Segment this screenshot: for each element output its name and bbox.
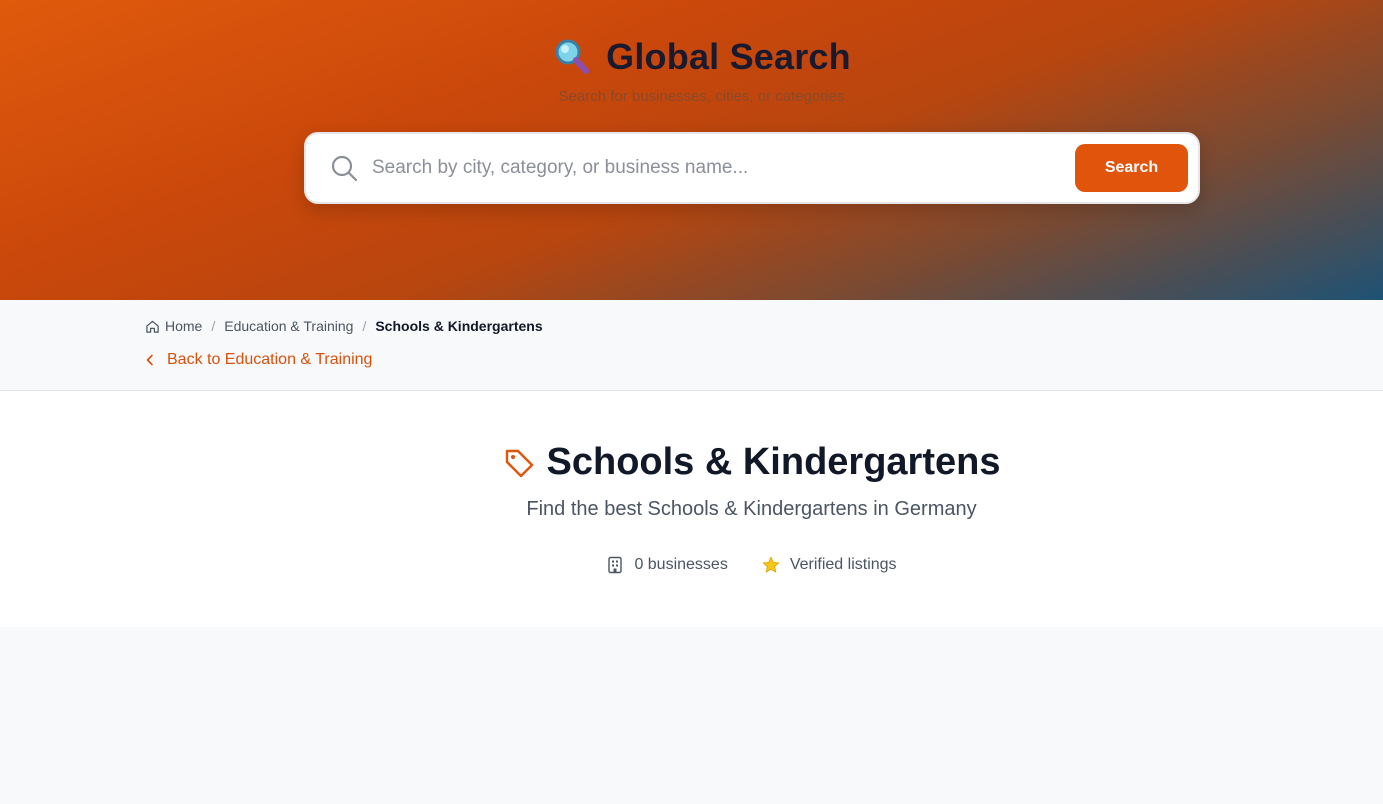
building-icon bbox=[608, 556, 623, 574]
breadcrumb-separator: / bbox=[211, 318, 216, 334]
business-count-stat: 0 businesses bbox=[606, 556, 728, 574]
hero-banner: Global Search Search for businesses, cit… bbox=[0, 0, 1383, 300]
search-input[interactable] bbox=[372, 134, 1075, 202]
breadcrumb-separator: / bbox=[362, 318, 367, 334]
business-count: 0 businesses bbox=[634, 556, 728, 573]
verified-stat: Verified listings bbox=[762, 556, 897, 574]
category-subtitle: Find the best Schools & Kindergartens in… bbox=[526, 498, 977, 520]
back-link[interactable]: Back to Education & Training bbox=[145, 351, 372, 369]
breadcrumb-home-link[interactable]: Home bbox=[165, 318, 202, 334]
magnifier-emoji-icon bbox=[555, 39, 590, 74]
back-link-label: Back to Education & Training bbox=[167, 351, 373, 368]
breadcrumb-education-link[interactable]: Education & Training bbox=[224, 318, 353, 334]
tag-icon bbox=[505, 449, 533, 477]
category-title: Schools & Kindergartens bbox=[546, 441, 1001, 483]
search-button[interactable]: Search bbox=[1075, 144, 1188, 192]
category-stats: 0 businesses Verified listings bbox=[0, 556, 1383, 574]
home-icon bbox=[146, 320, 159, 333]
search-icon bbox=[331, 155, 358, 182]
hero-subtitle: Search for businesses, cities, or catego… bbox=[558, 88, 845, 105]
breadcrumb-current: Schools & Kindergartens bbox=[375, 318, 543, 334]
breadcrumb: Home / Education & Training / Schools & … bbox=[145, 318, 543, 334]
category-title-row: Schools & Kindergartens bbox=[0, 441, 1383, 484]
breadcrumb-bar: Home / Education & Training / Schools & … bbox=[0, 300, 1383, 391]
page-title: Global Search bbox=[606, 36, 851, 77]
verified-label: Verified listings bbox=[789, 556, 897, 573]
hero-title-row: Global Search bbox=[0, 36, 1383, 78]
chevron-left-icon bbox=[146, 354, 153, 366]
category-header: Schools & Kindergartens Find the best Sc… bbox=[0, 391, 1383, 627]
search-bar: Search bbox=[304, 132, 1200, 204]
listings-area bbox=[0, 627, 1383, 804]
star-icon bbox=[762, 556, 780, 573]
